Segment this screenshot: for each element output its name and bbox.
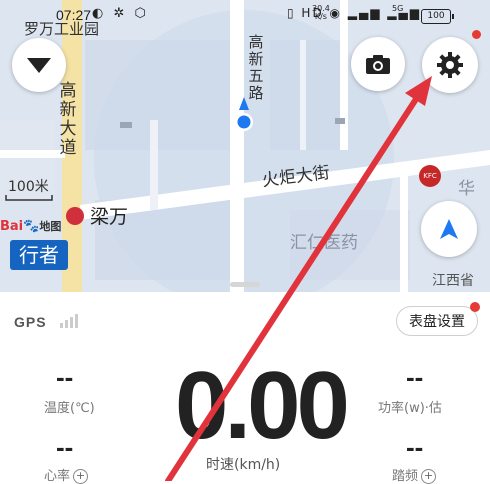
settings-notification-dot xyxy=(472,30,481,39)
map-view[interactable]: 罗万工业园 高新大道 高新五路 火炬大街 梁万 汇仁医药 华 江西省 100米 … xyxy=(0,0,490,292)
compass-button[interactable] xyxy=(421,201,477,257)
triangle-down-icon xyxy=(27,58,51,73)
heart-rate-item[interactable]: 心率 + xyxy=(44,465,89,484)
power-value: -- xyxy=(406,362,424,392)
map-label-liangwan: 梁万 xyxy=(90,206,129,228)
xingzhe-logo: 行者 xyxy=(10,240,68,270)
temperature-label: 温度(℃) xyxy=(44,401,95,416)
heart-rate-label: 心率 xyxy=(44,469,71,484)
heart-rate-value: -- xyxy=(56,432,74,462)
camera-button[interactable] xyxy=(351,37,405,91)
cadence-value: -- xyxy=(406,432,424,462)
dial-settings-notification-dot xyxy=(470,302,480,312)
status-bar: 07:27 ◐ ✲ ⬡ ▯ HD ◉ ▂▄▆ ▂▄▆ 30.4 K/s 5G 10… xyxy=(0,0,490,28)
camera-icon xyxy=(366,55,390,74)
heart-rate-add-icon[interactable]: + xyxy=(73,469,89,484)
power-label: 功率(w)·估 xyxy=(378,401,442,416)
status-time: 07:27 xyxy=(56,7,92,23)
kfc-poi-icon: KFC xyxy=(419,165,441,187)
gps-label: GPS xyxy=(14,314,47,330)
menu-dropdown-button[interactable] xyxy=(12,38,66,92)
cadence-add-icon[interactable]: + xyxy=(421,469,437,484)
battery-indicator: 100 xyxy=(421,9,454,24)
speed-label: 时速(km/h) xyxy=(206,457,281,473)
map-label-hua: 华 xyxy=(458,179,475,199)
map-label-jiangxi: 江西省 xyxy=(432,273,474,289)
panel-drag-handle[interactable] xyxy=(230,282,260,287)
gear-icon xyxy=(437,52,463,78)
cadence-item[interactable]: 踏频 + xyxy=(392,465,437,484)
baidu-logo: Bai🐾地图 xyxy=(0,219,62,234)
dial-settings-button[interactable]: 表盘设置 xyxy=(396,306,478,336)
navigation-arrow-icon xyxy=(440,219,458,239)
net-speed: 30.4 K/s xyxy=(312,4,330,21)
settings-button[interactable] xyxy=(422,37,478,93)
poi-marker-icon xyxy=(66,207,84,225)
status-left-icons: ◐ ✲ ⬡ xyxy=(92,6,149,21)
map-label-gaoxin-wulu: 高新五路 xyxy=(248,33,264,102)
metrics-panel: GPS 表盘设置 -- 温度(℃) -- 功率(w)·估 -- 心率 + -- 踏… xyxy=(0,292,490,484)
temperature-value: -- xyxy=(56,362,74,392)
map-label-gaoxin-dadao: 高新大道 xyxy=(59,81,77,158)
speed-value: 0.00 xyxy=(175,352,350,459)
gps-signal-icon xyxy=(60,314,78,328)
scale-label: 100米 xyxy=(8,179,49,195)
signal-5g-label: 5G xyxy=(392,4,404,13)
map-label-huizhong: 汇仁医药 xyxy=(290,233,358,253)
cadence-label: 踏频 xyxy=(392,469,419,484)
